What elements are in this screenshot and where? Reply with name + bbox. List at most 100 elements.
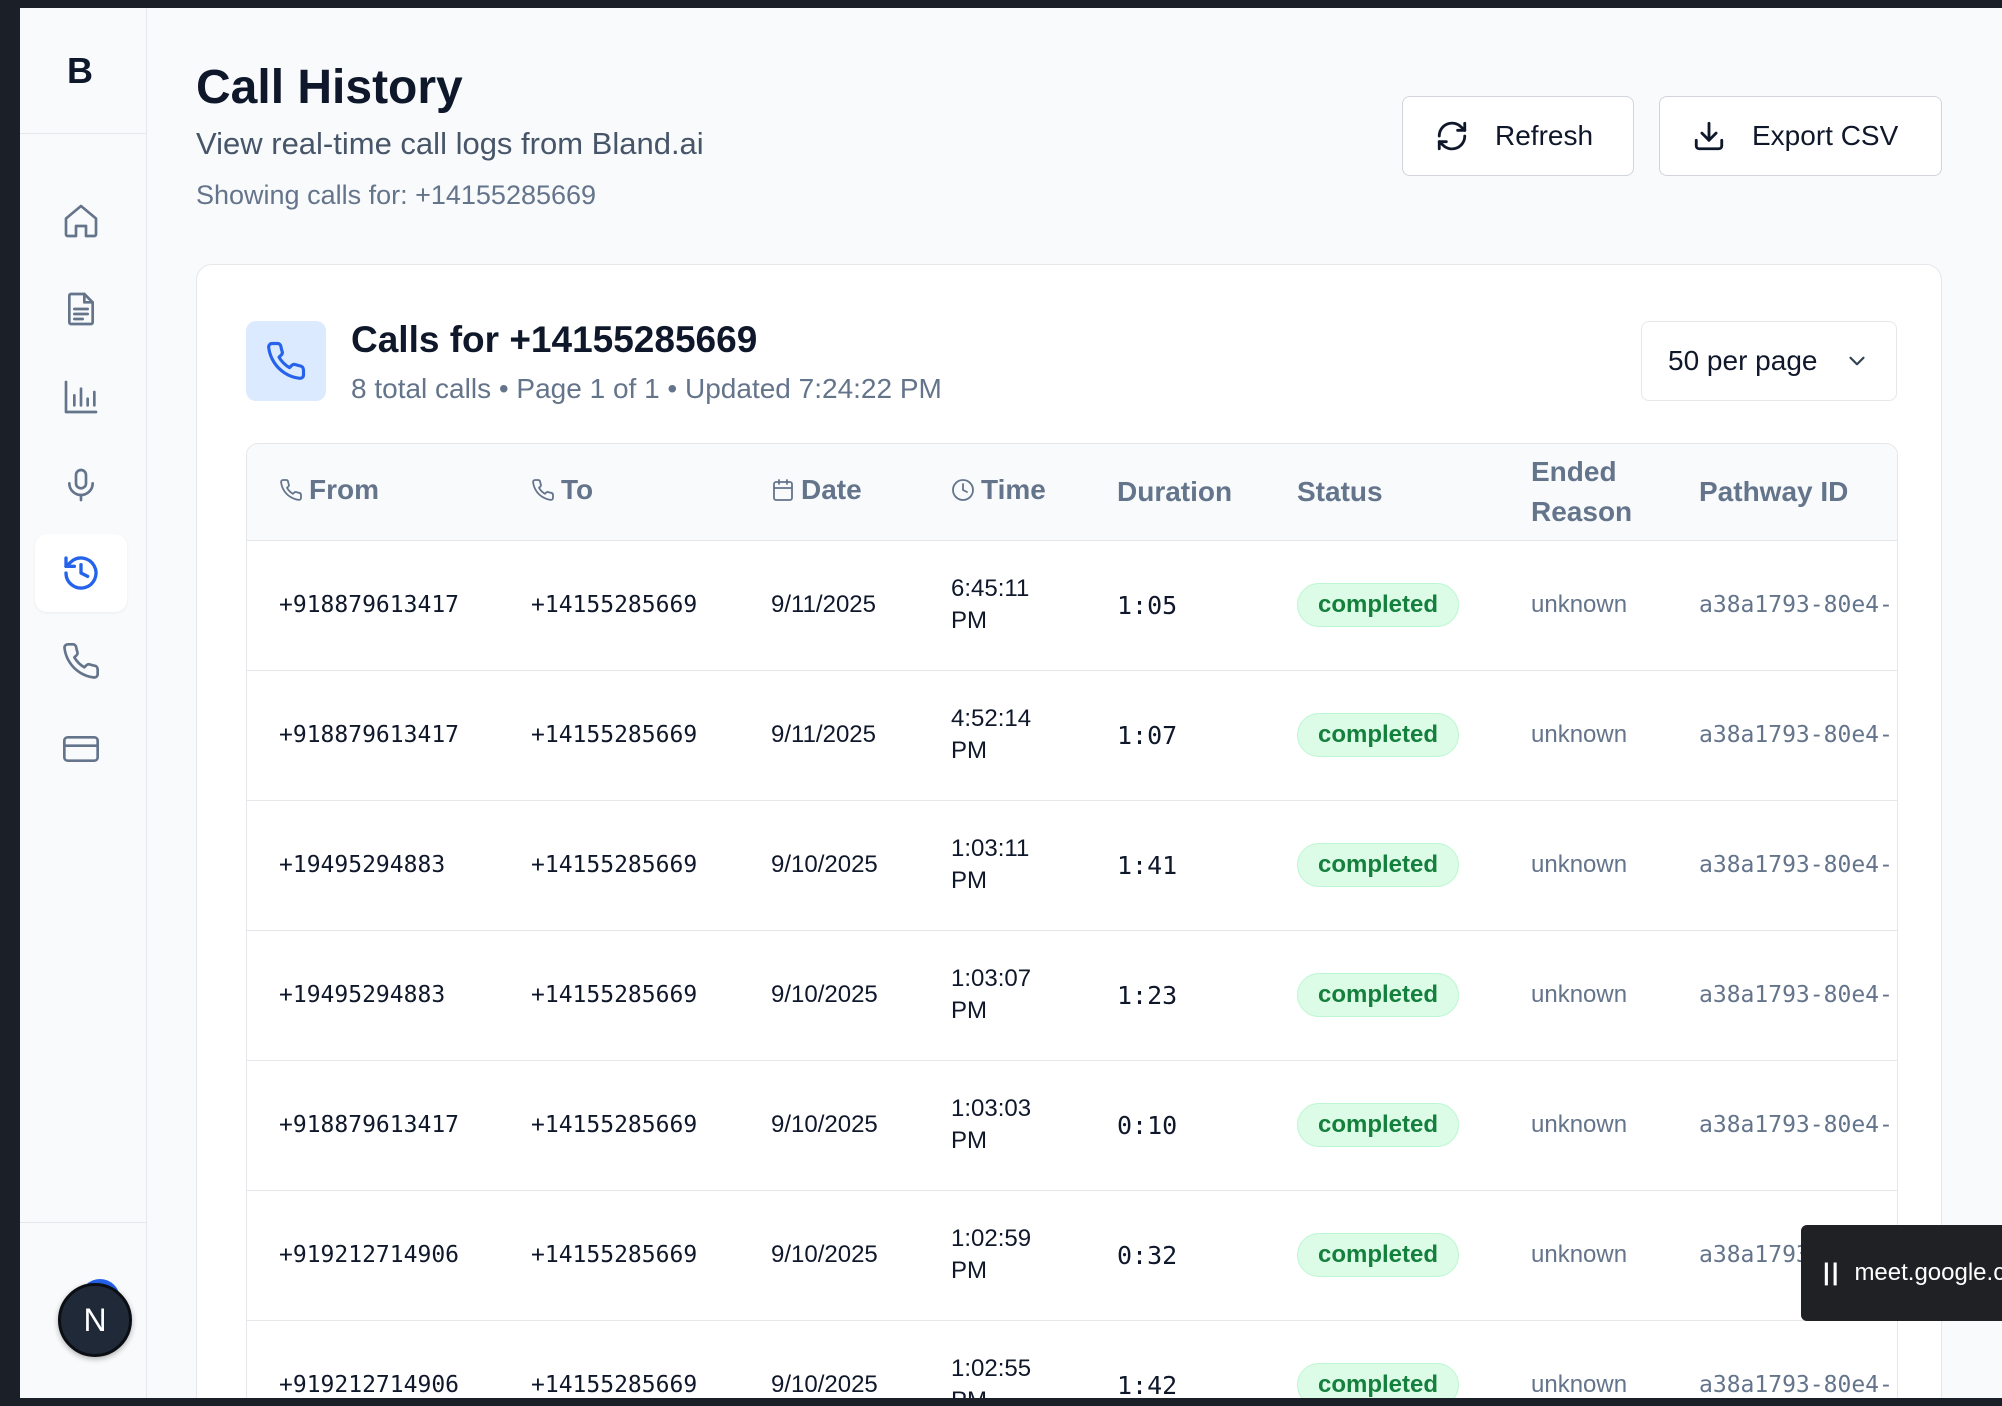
column-header-ended-reason[interactable]: Ended Reason [1499, 444, 1667, 540]
cell-time: 1:02:59 PM [951, 1225, 1032, 1284]
phone-icon [267, 341, 306, 380]
home-icon [64, 204, 98, 238]
cell-ended-reason: unknown [1531, 1371, 1628, 1398]
app-window: B N Call History View real-time call log… [20, 8, 2002, 1398]
per-page-select[interactable]: 50 per page [1641, 321, 1897, 401]
cell-ended-reason: unknown [1531, 591, 1628, 618]
table-row[interactable]: +918879613417 +14155285669 9/11/2025 4:5… [247, 670, 1897, 800]
cell-time: 4:52:14 PM [951, 705, 1032, 764]
calls-table: From To Date Time Duration Status Ended … [247, 444, 1897, 1398]
cell-to: +14155285669 [531, 982, 698, 1008]
status-badge: completed [1297, 973, 1460, 1017]
cell-duration: 1:42 [1117, 1370, 1178, 1398]
cell-date: 9/10/2025 [771, 1241, 878, 1268]
cell-duration: 1:23 [1117, 980, 1178, 1010]
card-meta: 8 total calls • Page 1 of 1 • Updated 7:… [351, 373, 942, 404]
cell-duration: 1:41 [1117, 850, 1178, 880]
column-header-date[interactable]: Date [739, 444, 919, 540]
cell-to: +14155285669 [531, 722, 698, 748]
sidebar-item-analytics[interactable] [35, 358, 127, 436]
export-csv-label: Export CSV [1752, 120, 1899, 151]
status-badge: completed [1297, 1103, 1460, 1147]
history-icon [64, 556, 98, 590]
sidebar-item-call-history[interactable] [35, 534, 127, 612]
sidebar: B N [20, 8, 147, 1398]
status-badge: completed [1297, 1233, 1460, 1277]
column-header-duration[interactable]: Duration [1085, 444, 1265, 540]
status-badge: completed [1297, 713, 1460, 757]
cell-pathway-id: a38a1793-80e4- [1699, 1112, 1893, 1138]
table-row[interactable]: +19495294883 +14155285669 9/10/2025 1:03… [247, 930, 1897, 1060]
column-header-from[interactable]: From [247, 444, 499, 540]
cell-from: +918879613417 [279, 722, 460, 748]
clock-icon [952, 479, 974, 502]
table-row[interactable]: +919212714906 +14155285669 9/10/2025 1:0… [247, 1320, 1897, 1398]
cell-status: completed [1265, 930, 1499, 1060]
pause-icon[interactable]: || [1823, 1259, 1840, 1287]
microphone-icon [68, 468, 94, 502]
table-row[interactable]: +19495294883 +14155285669 9/10/2025 1:03… [247, 800, 1897, 930]
cell-time: 1:02:55 PM [951, 1355, 1032, 1398]
sidebar-footer: N [20, 1222, 146, 1398]
cell-status: completed [1265, 540, 1499, 670]
cell-pathway-id: a38a1793-80e4- [1699, 722, 1893, 748]
cell-date: 9/10/2025 [771, 851, 878, 878]
cell-to: +14155285669 [531, 1112, 698, 1138]
per-page-value: 50 per page [1668, 345, 1818, 376]
cell-time: 1:03:03 PM [951, 1095, 1032, 1154]
status-badge: completed [1297, 1363, 1460, 1398]
cell-ended-reason: unknown [1531, 981, 1628, 1008]
avatar[interactable]: N [58, 1283, 132, 1357]
calendar-icon [773, 479, 793, 502]
table-row[interactable]: +918879613417 +14155285669 9/10/2025 1:0… [247, 1060, 1897, 1190]
bar-chart-icon [64, 380, 98, 414]
sidebar-item-home[interactable] [35, 182, 127, 260]
column-header-time[interactable]: Time [919, 444, 1085, 540]
screen-share-toast[interactable]: || meet.google.co [1801, 1225, 2002, 1321]
cell-date: 9/10/2025 [771, 1111, 878, 1138]
column-label-time: Time [981, 474, 1046, 506]
credit-card-icon [62, 736, 99, 762]
sidebar-item-calls[interactable] [35, 622, 127, 700]
cell-date: 9/11/2025 [771, 591, 876, 618]
phone-icon [63, 642, 100, 679]
cell-duration: 1:07 [1117, 720, 1178, 750]
table-row[interactable]: +918879613417 +14155285669 9/11/2025 6:4… [247, 540, 1897, 670]
refresh-icon [1437, 121, 1467, 151]
cell-date: 9/10/2025 [771, 1371, 878, 1398]
cell-status: completed [1265, 800, 1499, 930]
phone-icon [280, 479, 302, 502]
export-csv-button[interactable]: Export CSV [1659, 96, 1942, 176]
app-logo[interactable]: B [20, 8, 146, 134]
cell-from: +19495294883 [279, 982, 446, 1008]
cell-status: completed [1265, 1190, 1499, 1320]
cell-ended-reason: unknown [1531, 851, 1628, 878]
table-header-row: From To Date Time Duration Status Ended … [247, 444, 1897, 540]
sidebar-nav [20, 134, 146, 788]
refresh-label: Refresh [1495, 120, 1594, 151]
cell-pathway-id: a38a1793-80e4- [1699, 852, 1893, 878]
cell-from: +919212714906 [279, 1372, 460, 1398]
cell-time: 1:03:07 PM [951, 965, 1032, 1024]
cell-to: +14155285669 [531, 1372, 698, 1398]
sidebar-item-documents[interactable] [35, 270, 127, 348]
cell-duration: 0:32 [1117, 1240, 1178, 1270]
cell-pathway-id: a38a1793-80e4- [1699, 1372, 1893, 1398]
refresh-button[interactable]: Refresh [1402, 96, 1634, 176]
table-row[interactable]: +919212714906 +14155285669 9/10/2025 1:0… [247, 1190, 1897, 1320]
cell-time: 1:03:11 PM [951, 835, 1030, 894]
calls-table-container[interactable]: From To Date Time Duration Status Ended … [246, 443, 1898, 1398]
page-subtitle: View real-time call logs from Bland.ai [196, 126, 704, 161]
status-badge: completed [1297, 843, 1460, 887]
cell-from: +19495294883 [279, 852, 446, 878]
column-label-from: From [309, 474, 379, 506]
column-header-pathway-id[interactable]: Pathway ID [1667, 444, 1897, 540]
main-content: Call History View real-time call logs fr… [147, 8, 2002, 1398]
sidebar-item-billing[interactable] [35, 710, 127, 788]
download-icon [1694, 121, 1724, 151]
column-header-to[interactable]: To [499, 444, 739, 540]
column-header-status[interactable]: Status [1265, 444, 1499, 540]
cell-ended-reason: unknown [1531, 1111, 1628, 1138]
cell-from: +919212714906 [279, 1242, 460, 1268]
sidebar-item-voice[interactable] [35, 446, 127, 524]
